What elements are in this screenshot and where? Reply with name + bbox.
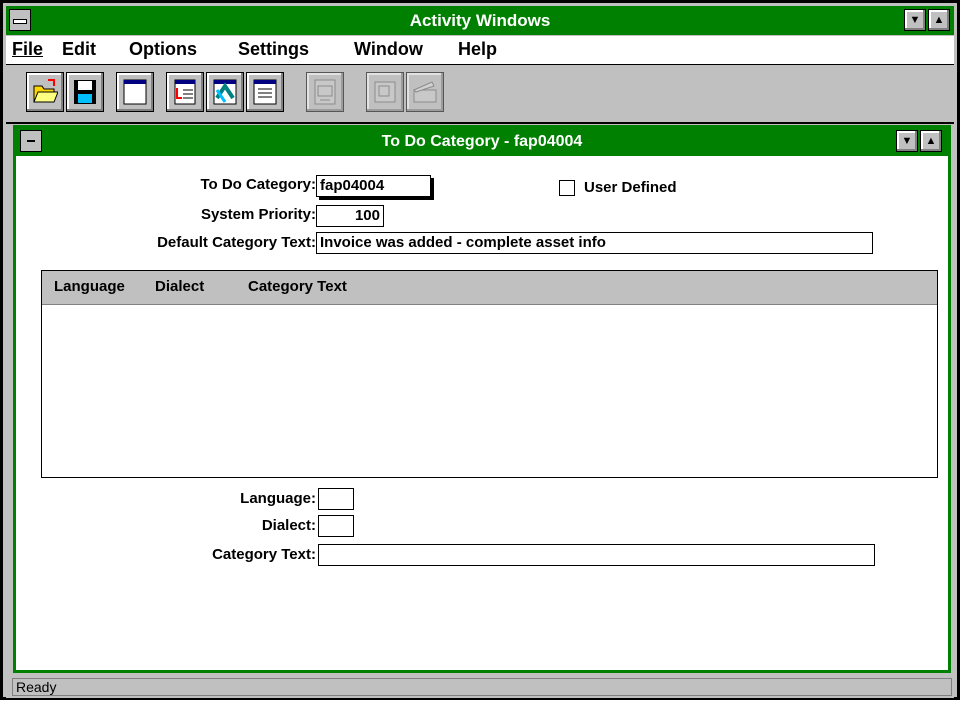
clapperboard-icon — [413, 81, 437, 103]
new-window-button[interactable] — [116, 72, 154, 112]
system-priority-label: System Priority: — [200, 206, 316, 223]
category-text-field[interactable] — [318, 544, 875, 566]
new-window-icon — [123, 79, 147, 105]
transfer-button[interactable] — [306, 72, 344, 112]
minimize-arrow-icon: ▼ — [909, 14, 921, 26]
category-text-grid[interactable]: Language Dialect Category Text — [41, 270, 938, 478]
child-title: To Do Category - fap04004 — [381, 133, 583, 150]
save-disk-icon — [74, 80, 96, 104]
save-button[interactable] — [66, 72, 104, 112]
form-import-icon — [174, 79, 196, 105]
todo-category-field[interactable]: fap04004 — [316, 175, 431, 197]
default-category-text-field[interactable]: Invoice was added - complete asset info — [316, 232, 873, 254]
maximize-arrow-icon: ▲ — [925, 135, 937, 147]
language-label: Language: — [240, 490, 316, 507]
dialect-field[interactable] — [318, 515, 354, 537]
open-folder-icon — [33, 79, 58, 103]
menu-options[interactable]: Options — [129, 39, 197, 60]
language-field[interactable] — [318, 488, 354, 510]
print-button[interactable] — [366, 72, 404, 112]
menu-file[interactable]: File — [12, 39, 43, 60]
todo-category-label: To Do Category: — [200, 176, 316, 193]
menu-settings[interactable]: Settings — [238, 39, 309, 60]
menu-bar: File Edit Options Settings Window Help — [6, 36, 954, 65]
child-window: To Do Category - fap04004 ▼ ▲ To Do Cate… — [13, 125, 951, 673]
column-dialect[interactable]: Dialect — [155, 278, 204, 295]
clapperboard-button[interactable] — [406, 72, 444, 112]
refresh-arrows-icon — [213, 79, 237, 105]
menu-window[interactable]: Window — [354, 39, 423, 60]
status-bar: Ready — [6, 676, 954, 698]
category-text-label: Category Text: — [212, 546, 316, 563]
user-defined-checkbox[interactable] — [559, 180, 575, 196]
minimize-arrow-icon: ▼ — [901, 135, 913, 147]
system-priority-field[interactable]: 100 — [316, 205, 384, 227]
column-language[interactable]: Language — [54, 278, 125, 295]
child-maximize-button[interactable]: ▲ — [920, 130, 942, 152]
document-transfer-icon — [314, 79, 336, 105]
child-title-bar[interactable]: To Do Category - fap04004 ▼ ▲ — [16, 128, 948, 156]
default-category-text-label: Default Category Text: — [157, 234, 316, 251]
application-window: Activity Windows ▼ ▲ File Edit Options S… — [0, 0, 960, 700]
menu-help[interactable]: Help — [458, 39, 497, 60]
open-button[interactable] — [26, 72, 64, 112]
maximize-button[interactable]: ▲ — [928, 9, 950, 31]
minimize-button[interactable]: ▼ — [904, 9, 926, 31]
app-title-bar[interactable]: Activity Windows ▼ ▲ — [6, 6, 954, 35]
dialect-label: Dialect: — [261, 517, 316, 534]
grid-header: Language Dialect Category Text — [42, 271, 937, 305]
column-category-text[interactable]: Category Text — [248, 278, 347, 295]
print-icon — [374, 81, 396, 103]
status-text: Ready — [12, 678, 952, 696]
menu-edit[interactable]: Edit — [62, 39, 96, 60]
user-defined-label: User Defined — [584, 179, 677, 196]
child-minimize-button[interactable]: ▼ — [896, 130, 918, 152]
list-view-button[interactable] — [246, 72, 284, 112]
refresh-button[interactable] — [206, 72, 244, 112]
form-import-button[interactable] — [166, 72, 204, 112]
maximize-arrow-icon: ▲ — [933, 14, 945, 26]
toolbar — [6, 65, 954, 124]
list-view-icon — [253, 79, 277, 105]
app-title: Activity Windows — [409, 11, 551, 30]
